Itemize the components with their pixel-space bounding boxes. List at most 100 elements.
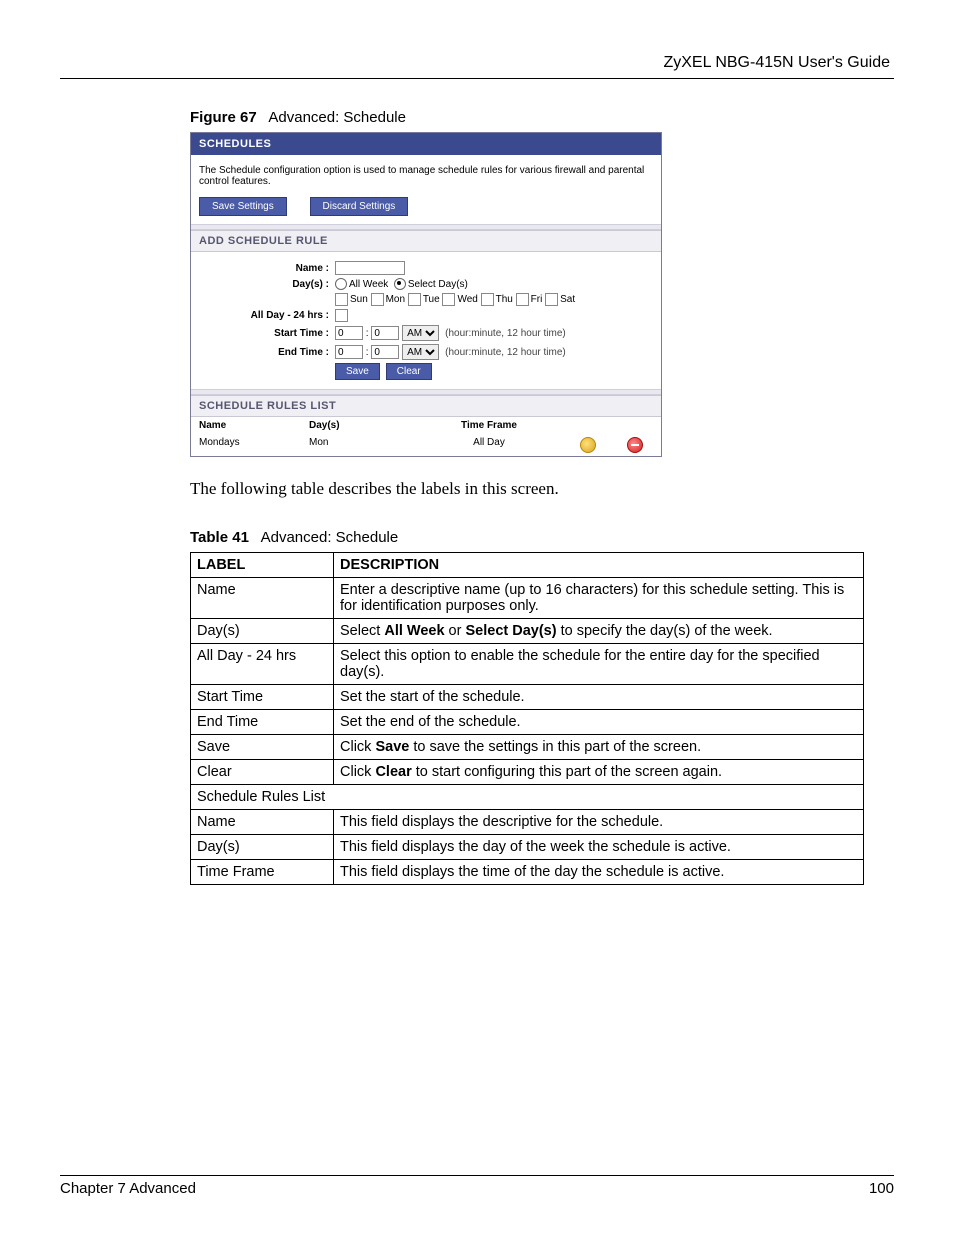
row-days: Mon bbox=[309, 437, 429, 453]
chk-allday[interactable] bbox=[335, 309, 348, 322]
lbl-fri: Fri bbox=[531, 294, 543, 305]
cell-label: Clear bbox=[191, 760, 334, 785]
end-ampm-select[interactable]: AM bbox=[402, 344, 439, 360]
label-days: Day(s) : bbox=[199, 279, 335, 290]
name-input[interactable] bbox=[335, 261, 405, 275]
edit-icon[interactable] bbox=[580, 437, 596, 453]
list-header: Name Day(s) Time Frame bbox=[191, 417, 661, 434]
start-hour-input[interactable] bbox=[335, 326, 363, 340]
cell-desc: Select All Week or Select Day(s) to spec… bbox=[334, 619, 864, 644]
lbl-thu: Thu bbox=[496, 294, 513, 305]
table-row: Clear Click Clear to start configuring t… bbox=[191, 760, 864, 785]
label-start: Start Time : bbox=[199, 328, 335, 339]
table-41: LABEL DESCRIPTION NameEnter a descriptiv… bbox=[190, 552, 864, 885]
list-row: Mondays Mon All Day bbox=[191, 434, 661, 456]
table-row: All Day - 24 hrsSelect this option to en… bbox=[191, 644, 864, 685]
table-caption: Table 41 Advanced: Schedule bbox=[190, 529, 864, 546]
header-rule bbox=[60, 78, 894, 79]
cell-desc: Enter a descriptive name (up to 16 chara… bbox=[334, 578, 864, 619]
intro-text: The following table describes the labels… bbox=[190, 479, 864, 499]
cell-desc: This field displays the day of the week … bbox=[334, 835, 864, 860]
cell-desc: This field displays the time of the day … bbox=[334, 860, 864, 885]
col-timeframe: Time Frame bbox=[429, 420, 549, 431]
lbl-tue: Tue bbox=[423, 294, 440, 305]
cell-label: Day(s) bbox=[191, 619, 334, 644]
start-hint: (hour:minute, 12 hour time) bbox=[445, 328, 566, 339]
footer-chapter: Chapter 7 Advanced bbox=[60, 1180, 196, 1197]
label-allday: All Day - 24 hrs : bbox=[199, 310, 335, 321]
cell-label: All Day - 24 hrs bbox=[191, 644, 334, 685]
cell-label: End Time bbox=[191, 710, 334, 735]
cell-desc: Set the end of the schedule. bbox=[334, 710, 864, 735]
cell-desc: This field displays the descriptive for … bbox=[334, 810, 864, 835]
cell-desc: Click Clear to start configuring this pa… bbox=[334, 760, 864, 785]
radio-allweek-label: All Week bbox=[349, 279, 388, 290]
header-guide: ZyXEL NBG-415N User's Guide bbox=[60, 54, 890, 72]
table-row: End TimeSet the end of the schedule. bbox=[191, 710, 864, 735]
footer: Chapter 7 Advanced 100 bbox=[60, 1175, 894, 1197]
radio-selectdays-label: Select Day(s) bbox=[408, 279, 468, 290]
table-row: NameEnter a descriptive name (up to 16 c… bbox=[191, 578, 864, 619]
label-name: Name : bbox=[199, 263, 335, 274]
table-row: Day(s) Select All Week or Select Day(s) … bbox=[191, 619, 864, 644]
table-row: Save Click Save to save the settings in … bbox=[191, 735, 864, 760]
cell-span: Schedule Rules List bbox=[191, 785, 864, 810]
cell-label: Time Frame bbox=[191, 860, 334, 885]
figure-label: Figure 67 bbox=[190, 109, 257, 126]
cell-label: Day(s) bbox=[191, 835, 334, 860]
footer-page: 100 bbox=[869, 1180, 894, 1197]
section-add-rule: ADD SCHEDULE RULE bbox=[191, 230, 661, 252]
row-timeframe: All Day bbox=[429, 437, 549, 453]
table-row: Time FrameThis field displays the time o… bbox=[191, 860, 864, 885]
figure-caption: Figure 67 Advanced: Schedule bbox=[190, 109, 864, 126]
end-min-input[interactable] bbox=[371, 345, 399, 359]
schedule-screenshot: SCHEDULES The Schedule configuration opt… bbox=[190, 132, 662, 457]
table-label: Table 41 bbox=[190, 529, 249, 546]
cell-desc: Select this option to enable the schedul… bbox=[334, 644, 864, 685]
discard-settings-button[interactable]: Discard Settings bbox=[310, 197, 409, 216]
table-row: Start TimeSet the start of the schedule. bbox=[191, 685, 864, 710]
start-ampm-select[interactable]: AM bbox=[402, 325, 439, 341]
cell-label: Name bbox=[191, 578, 334, 619]
th-label: LABEL bbox=[191, 553, 334, 578]
section-rules-list: SCHEDULE RULES LIST bbox=[191, 395, 661, 417]
table-row: Schedule Rules List bbox=[191, 785, 864, 810]
chk-sat[interactable] bbox=[545, 293, 558, 306]
cell-desc: Set the start of the schedule. bbox=[334, 685, 864, 710]
table-row: Day(s)This field displays the day of the… bbox=[191, 835, 864, 860]
delete-icon[interactable] bbox=[627, 437, 643, 453]
start-min-input[interactable] bbox=[371, 326, 399, 340]
chk-mon[interactable] bbox=[371, 293, 384, 306]
lbl-sat: Sat bbox=[560, 294, 575, 305]
end-hint: (hour:minute, 12 hour time) bbox=[445, 347, 566, 358]
figure-title: Advanced: Schedule bbox=[268, 109, 406, 126]
lbl-sun: Sun bbox=[350, 294, 368, 305]
cell-label: Start Time bbox=[191, 685, 334, 710]
chk-sun[interactable] bbox=[335, 293, 348, 306]
table-title: Advanced: Schedule bbox=[261, 529, 399, 546]
chk-tue[interactable] bbox=[408, 293, 421, 306]
save-button[interactable]: Save bbox=[335, 363, 380, 380]
cell-label: Name bbox=[191, 810, 334, 835]
radio-allweek[interactable] bbox=[335, 278, 347, 290]
col-days: Day(s) bbox=[309, 420, 429, 431]
panel-schedules-title: SCHEDULES bbox=[191, 133, 661, 155]
cell-label: Save bbox=[191, 735, 334, 760]
chk-wed[interactable] bbox=[442, 293, 455, 306]
col-name: Name bbox=[199, 420, 309, 431]
save-settings-button[interactable]: Save Settings bbox=[199, 197, 287, 216]
chk-thu[interactable] bbox=[481, 293, 494, 306]
chk-fri[interactable] bbox=[516, 293, 529, 306]
end-hour-input[interactable] bbox=[335, 345, 363, 359]
table-row: NameThis field displays the descriptive … bbox=[191, 810, 864, 835]
radio-selectdays[interactable] bbox=[394, 278, 406, 290]
th-desc: DESCRIPTION bbox=[334, 553, 864, 578]
lbl-wed: Wed bbox=[457, 294, 477, 305]
label-end: End Time : bbox=[199, 347, 335, 358]
schedules-description: The Schedule configuration option is use… bbox=[199, 165, 653, 187]
row-name: Mondays bbox=[199, 437, 309, 453]
footer-rule bbox=[60, 1175, 894, 1176]
clear-button[interactable]: Clear bbox=[386, 363, 432, 380]
cell-desc: Click Save to save the settings in this … bbox=[334, 735, 864, 760]
lbl-mon: Mon bbox=[386, 294, 405, 305]
